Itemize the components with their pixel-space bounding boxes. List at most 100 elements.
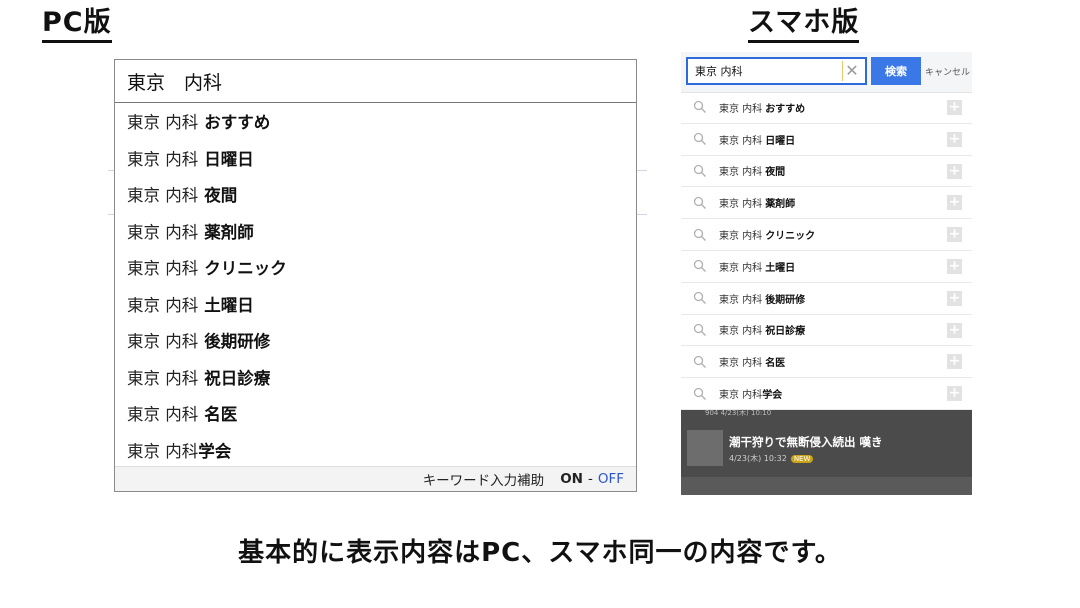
suggestion-completion: クリニック bbox=[765, 231, 816, 243]
suggestion-base-text: 東京 内科 bbox=[719, 103, 763, 115]
append-to-query-icon[interactable]: + bbox=[947, 258, 962, 274]
assist-on-toggle[interactable]: ON bbox=[560, 471, 583, 487]
append-to-query-icon[interactable]: + bbox=[947, 195, 962, 211]
pc-screenshot: 東京 内科 東京 内科 おすすめ 東京 内科 日曜日 東京 内科 夜間 東京 内科 薬剤師 東京… bbox=[108, 52, 647, 496]
suggestion-base-text: 東京 内科 bbox=[719, 358, 763, 370]
suggestion-completion: 祝日診療 bbox=[765, 326, 806, 338]
suggestion-base-text: 東京 内科 bbox=[719, 199, 763, 211]
suggestion-base-text: 東京 内科 bbox=[127, 222, 199, 242]
suggestion-item[interactable]: 東京 内科 祝日診療 bbox=[115, 359, 636, 396]
append-to-query-icon[interactable]: + bbox=[947, 163, 962, 179]
suggestion-base-text: 東京 内科 bbox=[127, 186, 199, 206]
suggestion-item[interactable]: 東京 内科 土曜日 bbox=[115, 286, 636, 323]
search-icon bbox=[693, 387, 706, 400]
suggestion-item[interactable]: 東京 内科 クリニック + bbox=[681, 219, 972, 251]
suggestion-item[interactable]: 東京 内科 後期研修 + bbox=[681, 283, 972, 315]
append-to-query-icon[interactable]: + bbox=[947, 100, 962, 115]
suggestion-base-text: 東京 内科 bbox=[127, 259, 199, 279]
suggestion-item[interactable]: 東京 内科 祝日診療 + bbox=[681, 315, 972, 347]
suggestion-base-text: 東京 内科 bbox=[127, 368, 199, 388]
append-to-query-icon[interactable]: + bbox=[947, 290, 962, 306]
search-query: 東京 内科 bbox=[695, 65, 743, 78]
suggestion-item[interactable]: 東京 内科 日曜日 bbox=[115, 140, 636, 177]
news-image-strip bbox=[681, 477, 972, 495]
suggestion-completion: 日曜日 bbox=[204, 149, 254, 169]
suggestion-completion: 土曜日 bbox=[765, 262, 796, 274]
smartphone-version-heading: スマホ版 bbox=[748, 6, 860, 43]
suggestion-completion: 後期研修 bbox=[765, 294, 806, 306]
news-meta: 4/23(木) 10:32 NEW bbox=[729, 453, 814, 464]
suggestion-base-text: 東京 内科 bbox=[127, 332, 199, 352]
previous-news-meta: 904 4/23(木) 10:10 bbox=[705, 409, 772, 417]
suggestion-item[interactable]: 東京 内科 薬剤師 bbox=[115, 213, 636, 250]
suggestion-completion: 後期研修 bbox=[204, 332, 271, 352]
suggestion-base-text: 東京 内科 bbox=[719, 231, 763, 243]
search-icon bbox=[693, 133, 706, 146]
search-button[interactable]: 検索 bbox=[871, 57, 921, 85]
autocomplete-dropdown: 東京 内科 東京 内科 おすすめ 東京 内科 日曜日 東京 内科 夜間 東京 内科 薬剤師 東京… bbox=[114, 59, 637, 492]
suggestion-base-text: 東京 内科 bbox=[127, 113, 199, 133]
search-icon bbox=[693, 164, 706, 177]
smartphone-screenshot: 東京 内科 ✕ 検索 キャンセル 東京 内科 おすすめ + 東京 内科 日曜日 + 東京 内… bbox=[681, 52, 972, 495]
append-to-query-icon[interactable]: + bbox=[947, 322, 962, 338]
search-icon bbox=[693, 323, 706, 336]
new-badge: NEW bbox=[790, 455, 814, 463]
search-icon bbox=[693, 196, 706, 209]
news-thumbnail bbox=[687, 430, 723, 466]
suggestion-completion: おすすめ bbox=[204, 113, 271, 133]
suggestion-list: 東京 内科 おすすめ + 東京 内科 日曜日 + 東京 内科 夜間 + 東京 内科 薬剤師 + 東京 内… bbox=[681, 92, 972, 410]
suggestion-item[interactable]: 東京 内科 学会 bbox=[115, 432, 636, 469]
suggestion-completion: クリニック bbox=[204, 259, 287, 279]
suggestion-completion: 薬剤師 bbox=[204, 222, 254, 242]
suggestion-item[interactable]: 東京 内科 日曜日 + bbox=[681, 124, 972, 156]
keyword-assist-label: キーワード入力補助 bbox=[422, 473, 545, 489]
news-item-overlay: 904 4/23(木) 10:10 潮干狩りで無断侵入続出 嘆き 4/23(木)… bbox=[681, 409, 972, 495]
suggestion-item[interactable]: 東京 内科 おすすめ bbox=[115, 103, 636, 140]
suggestion-item[interactable]: 東京 内科 クリニック bbox=[115, 249, 636, 286]
suggestion-list: 東京 内科 おすすめ 東京 内科 日曜日 東京 内科 夜間 東京 内科 薬剤師 東京 内科 クリニ… bbox=[115, 103, 636, 468]
toggle-separator: - bbox=[587, 471, 593, 487]
suggestion-base-text: 東京 内科 bbox=[719, 167, 763, 179]
suggestion-item[interactable]: 東京 内科 夜間 bbox=[115, 176, 636, 213]
search-icon bbox=[693, 260, 706, 273]
news-title[interactable]: 潮干狩りで無断侵入続出 嘆き bbox=[729, 434, 883, 450]
suggestion-completion: 夜間 bbox=[765, 167, 786, 179]
suggestion-base-text: 東京 内科 bbox=[127, 441, 199, 461]
suggestion-item[interactable]: 東京 内科 学会 + bbox=[681, 378, 972, 410]
suggestion-item[interactable]: 東京 内科 夜間 + bbox=[681, 156, 972, 188]
search-input[interactable]: 東京 内科 bbox=[115, 60, 636, 103]
suggestion-completion: 学会 bbox=[198, 441, 232, 461]
search-icon bbox=[693, 228, 706, 241]
suggestion-item[interactable]: 東京 内科 おすすめ + bbox=[681, 92, 972, 124]
suggestion-base-text: 東京 内科 bbox=[719, 135, 763, 147]
keyword-assist-bar: キーワード入力補助 ON - OFF bbox=[115, 466, 636, 491]
suggestion-base-text: 東京 内科 bbox=[719, 294, 763, 306]
suggestion-completion: 夜間 bbox=[204, 186, 238, 206]
append-to-query-icon[interactable]: + bbox=[947, 227, 962, 243]
append-to-query-icon[interactable]: + bbox=[947, 354, 962, 370]
append-to-query-icon[interactable]: + bbox=[947, 131, 962, 147]
suggestion-item[interactable]: 東京 内科 後期研修 bbox=[115, 322, 636, 359]
suggestion-base-text: 東京 内科 bbox=[719, 390, 763, 402]
suggestion-item[interactable]: 東京 内科 名医 + bbox=[681, 346, 972, 379]
suggestion-completion: 学会 bbox=[762, 390, 783, 402]
append-to-query-icon[interactable]: + bbox=[947, 386, 962, 402]
suggestion-completion: 土曜日 bbox=[204, 295, 254, 315]
cancel-button[interactable]: キャンセル bbox=[925, 57, 970, 85]
suggestion-base-text: 東京 内科 bbox=[719, 326, 763, 338]
search-icon bbox=[693, 101, 706, 114]
suggestion-item[interactable]: 東京 内科 名医 bbox=[115, 395, 636, 432]
suggestion-item[interactable]: 東京 内科 薬剤師 + bbox=[681, 187, 972, 220]
news-date: 4/23(木) 10:32 bbox=[729, 454, 787, 463]
clear-icon[interactable]: ✕ bbox=[842, 61, 861, 81]
search-icon bbox=[693, 355, 706, 368]
search-icon bbox=[693, 292, 706, 305]
search-bar: 東京 内科 ✕ 検索 キャンセル bbox=[681, 52, 972, 93]
suggestion-completion: おすすめ bbox=[765, 103, 806, 115]
suggestion-completion: 日曜日 bbox=[765, 135, 796, 147]
suggestion-base-text: 東京 内科 bbox=[127, 149, 199, 169]
suggestion-completion: 祝日診療 bbox=[204, 368, 271, 388]
suggestion-item[interactable]: 東京 内科 土曜日 + bbox=[681, 251, 972, 283]
search-input[interactable]: 東京 内科 ✕ bbox=[686, 57, 867, 85]
assist-off-toggle[interactable]: OFF bbox=[598, 471, 624, 487]
